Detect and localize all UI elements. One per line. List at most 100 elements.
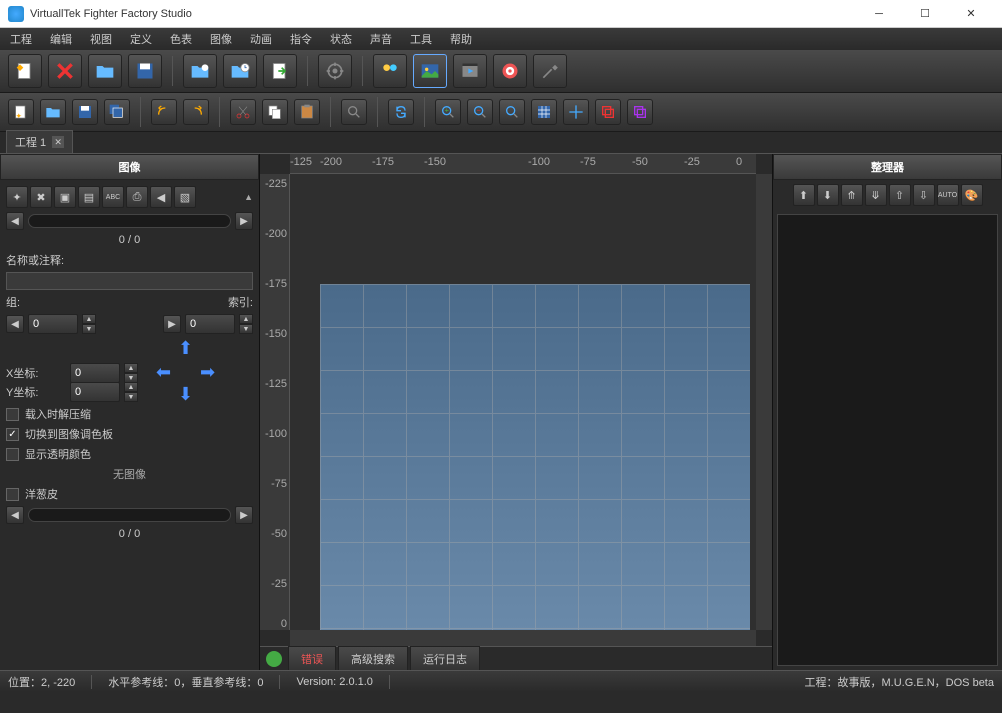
decompress-checkbox[interactable] (6, 408, 19, 421)
settings-button[interactable] (318, 54, 352, 88)
undo-button[interactable] (151, 99, 177, 125)
top-icon[interactable]: ⇧ (889, 184, 911, 206)
redo-button[interactable] (183, 99, 209, 125)
new-button[interactable] (8, 54, 42, 88)
search-tab[interactable]: 高级搜索 (338, 646, 408, 671)
name-input[interactable] (6, 272, 253, 290)
right-panel: 整理器 ⬆ ⬇ ⤊ ⤋ ⇧ ⇩ AUTO 🎨 (772, 154, 1002, 670)
slider-next[interactable]: ▶ (235, 212, 253, 230)
find-button[interactable] (341, 99, 367, 125)
slider-prev[interactable]: ◀ (6, 212, 24, 230)
menu-edit[interactable]: 编辑 (46, 29, 76, 49)
auto-icon[interactable]: AUTO (937, 184, 959, 206)
prev-icon[interactable]: ◀ (150, 186, 172, 208)
move-up-icon[interactable]: ⬆ (793, 184, 815, 206)
menu-define[interactable]: 定义 (126, 29, 156, 49)
new-file-button[interactable]: ✦ (8, 99, 34, 125)
menu-help[interactable]: 帮助 (446, 29, 476, 49)
decompress-label: 载入时解压缩 (25, 406, 91, 422)
maximize-button[interactable]: ☐ (902, 0, 948, 28)
onion-checkbox[interactable] (6, 488, 19, 501)
tools-button[interactable] (533, 54, 567, 88)
image-mode-button[interactable] (413, 54, 447, 88)
menu-image[interactable]: 图像 (206, 29, 236, 49)
group-stepper[interactable]: ▲▼ (82, 314, 96, 334)
minimize-button[interactable]: ─ (856, 0, 902, 28)
index-next[interactable]: ▶ (163, 315, 181, 333)
menu-sound[interactable]: 声音 (366, 29, 396, 49)
y-value[interactable]: 0 (70, 382, 120, 402)
cut-button[interactable] (230, 99, 256, 125)
zoomfit-button[interactable] (499, 99, 525, 125)
x-value[interactable]: 0 (70, 363, 120, 383)
paste-button[interactable] (294, 99, 320, 125)
refresh-button[interactable] (388, 99, 414, 125)
image-slider[interactable] (28, 214, 231, 228)
dpad-right[interactable]: ➡ (200, 362, 215, 383)
print-icon[interactable]: ⎙ (126, 186, 148, 208)
onion-slider[interactable] (28, 508, 231, 522)
menu-palette[interactable]: 色表 (166, 29, 196, 49)
export-button[interactable] (263, 54, 297, 88)
menu-state[interactable]: 状态 (326, 29, 356, 49)
log-tab[interactable]: 运行日志 (410, 646, 480, 671)
dpad-left[interactable]: ⬅ (156, 362, 171, 383)
group-value[interactable]: 0 (28, 314, 78, 334)
save-button[interactable] (128, 54, 162, 88)
tab-close-icon[interactable]: ✕ (52, 136, 64, 148)
move-up10-icon[interactable]: ⤊ (841, 184, 863, 206)
picture-icon[interactable]: ▧ (174, 186, 196, 208)
chevron-up-icon[interactable]: ▲ (244, 192, 253, 202)
debug-button[interactable] (493, 54, 527, 88)
copy-button[interactable] (262, 99, 288, 125)
index-stepper[interactable]: ▲▼ (239, 314, 253, 334)
layer2-button[interactable] (627, 99, 653, 125)
group-prev[interactable]: ◀ (6, 315, 24, 333)
layer1-button[interactable] (595, 99, 621, 125)
move-down10-icon[interactable]: ⤋ (865, 184, 887, 206)
animation-button[interactable] (453, 54, 487, 88)
open-button[interactable] (88, 54, 122, 88)
scrollbar-horizontal[interactable] (290, 630, 756, 646)
zoomout-button[interactable]: − (467, 99, 493, 125)
users-button[interactable] (373, 54, 407, 88)
index-value[interactable]: 0 (185, 314, 235, 334)
onion-next[interactable]: ▶ (235, 506, 253, 524)
abc-icon[interactable]: ABC (102, 186, 124, 208)
move-down-icon[interactable]: ⬇ (817, 184, 839, 206)
transparent-checkbox[interactable] (6, 448, 19, 461)
menu-project[interactable]: 工程 (6, 29, 36, 49)
open-file-button[interactable] (40, 99, 66, 125)
x-stepper[interactable]: ▲▼ (124, 363, 138, 383)
add-image-icon[interactable]: ✦ (6, 186, 28, 208)
menu-command[interactable]: 指令 (286, 29, 316, 49)
palette-checkbox[interactable] (6, 428, 19, 441)
onion-prev[interactable]: ◀ (6, 506, 24, 524)
dpad-up[interactable]: ⬆ (178, 338, 193, 359)
crosshair-button[interactable] (563, 99, 589, 125)
saveall-button[interactable] (104, 99, 130, 125)
zoomin-button[interactable]: + (435, 99, 461, 125)
delete-button[interactable] (48, 54, 82, 88)
bottom-icon[interactable]: ⇩ (913, 184, 935, 206)
menu-view[interactable]: 视图 (86, 29, 116, 49)
menu-tools[interactable]: 工具 (406, 29, 436, 49)
delete-image-icon[interactable]: ✖ (30, 186, 52, 208)
save-file-button[interactable] (72, 99, 98, 125)
remove-icon[interactable]: ▤ (78, 186, 100, 208)
duplicate-icon[interactable]: ▣ (54, 186, 76, 208)
dpad-down[interactable]: ⬇ (178, 384, 193, 405)
import-button[interactable] (183, 54, 217, 88)
canvas[interactable] (290, 174, 756, 630)
group-label: 组: (6, 294, 30, 310)
menu-anim[interactable]: 动画 (246, 29, 276, 49)
grid-button[interactable] (531, 99, 557, 125)
project-tab[interactable]: 工程 1 ✕ (6, 130, 73, 153)
errors-tab[interactable]: 错误 (288, 646, 336, 671)
scrollbar-vertical[interactable] (756, 174, 772, 630)
y-stepper[interactable]: ▲▼ (124, 382, 138, 402)
recent-button[interactable] (223, 54, 257, 88)
organizer-canvas[interactable] (777, 214, 998, 666)
close-button[interactable]: ✕ (948, 0, 994, 28)
palette-icon[interactable]: 🎨 (961, 184, 983, 206)
